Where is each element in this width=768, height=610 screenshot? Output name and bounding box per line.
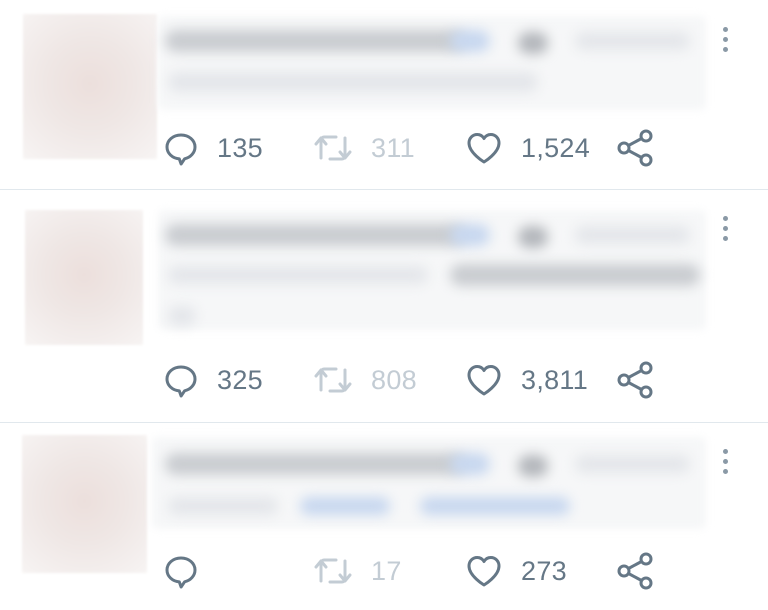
more-vertical-icon[interactable]	[722, 216, 728, 241]
tweet-card[interactable]: 17 273	[0, 423, 768, 610]
author-icon-blurred	[518, 226, 548, 248]
retweet-button[interactable]: 311	[313, 128, 415, 168]
reply-icon	[165, 133, 197, 166]
share-button[interactable]	[615, 360, 655, 400]
like-button[interactable]: 273	[465, 551, 567, 591]
heart-icon	[467, 556, 501, 587]
like-count: 273	[521, 555, 567, 586]
tweet-card[interactable]: 325 808 3,811	[0, 190, 768, 422]
share-icon	[617, 552, 653, 590]
author-name-blurred	[165, 224, 465, 246]
tweet-content-blurred	[152, 437, 706, 529]
tweet-card[interactable]: 135 311 1,524	[0, 0, 768, 189]
retweet-button[interactable]: 808	[313, 360, 417, 400]
share-icon	[617, 129, 653, 167]
more-vertical-icon[interactable]	[722, 449, 728, 474]
author-name-blurred	[165, 30, 465, 52]
heart-icon	[467, 365, 501, 396]
like-button[interactable]: 3,811	[465, 360, 588, 400]
tweet-actions: 325 808 3,811	[163, 360, 663, 400]
tweet-actions: 17 273	[163, 551, 663, 591]
reply-count: 135	[217, 132, 263, 163]
tweet-text-blurred	[168, 266, 428, 284]
verified-badge-blurred	[450, 30, 490, 52]
like-count: 3,811	[521, 364, 589, 395]
tweet-text-blurred	[168, 497, 278, 515]
timestamp-blurred	[575, 226, 690, 244]
share-button[interactable]	[615, 551, 655, 591]
tweet-text-blurred	[168, 72, 538, 92]
avatar[interactable]	[23, 14, 157, 159]
retweet-count: 808	[371, 364, 417, 395]
heart-icon	[467, 133, 501, 164]
reply-button[interactable]	[163, 551, 217, 591]
author-name-blurred	[165, 453, 465, 475]
tweet-actions: 135 311 1,524	[163, 128, 663, 168]
retweet-icon	[314, 135, 352, 161]
author-icon-blurred	[518, 32, 548, 54]
timestamp-blurred	[575, 455, 690, 473]
reply-icon	[165, 365, 197, 398]
tweet-text-blurred	[450, 264, 700, 286]
tweet-link-blurred	[420, 497, 570, 515]
avatar[interactable]	[22, 435, 147, 573]
like-button[interactable]: 1,524	[465, 128, 590, 168]
tweet-link-blurred	[300, 497, 390, 515]
more-vertical-icon[interactable]	[722, 27, 728, 52]
retweet-icon	[314, 367, 352, 393]
reply-button[interactable]: 325	[163, 360, 263, 400]
retweet-icon	[314, 558, 352, 584]
reply-icon	[165, 556, 197, 589]
timestamp-blurred	[575, 32, 690, 50]
verified-badge-blurred	[450, 224, 490, 246]
retweet-count: 17	[371, 555, 402, 586]
share-icon	[617, 361, 653, 399]
reply-button[interactable]: 135	[163, 128, 263, 168]
share-button[interactable]	[615, 128, 655, 168]
retweet-button[interactable]: 17	[313, 551, 402, 591]
verified-badge-blurred	[450, 453, 490, 475]
tweet-text-blurred	[168, 306, 196, 326]
author-icon-blurred	[518, 455, 548, 477]
tweet-feed: 135 311 1,524 325 808 3,811 17 273	[0, 0, 768, 610]
reply-count: 325	[217, 364, 263, 395]
avatar[interactable]	[25, 210, 143, 345]
like-count: 1,524	[521, 132, 591, 163]
retweet-count: 311	[371, 132, 415, 163]
